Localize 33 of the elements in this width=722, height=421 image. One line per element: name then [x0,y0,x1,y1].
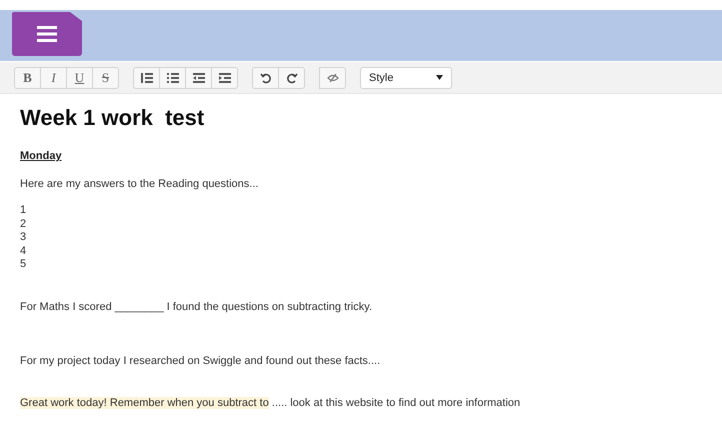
redo-icon [286,72,298,84]
menu-button[interactable] [12,12,82,56]
paragraph: Great work today! Remember when you subtract to ..... look at this website to find out more information [20,396,522,410]
caret-icon [436,75,443,80]
italic-button[interactable]: I [40,66,67,88]
paragraph: For Maths I scored ________ I found the questions on subtracting tricky. [20,300,373,314]
toolbar-button[interactable] [185,66,212,88]
style-select[interactable]: Style [360,66,452,88]
list-bullet-icon [166,72,178,84]
eye-slash-icon [326,72,338,84]
outdent-icon [192,72,204,84]
indent-icon [218,72,230,84]
toolbar-button[interactable] [252,66,279,88]
toolbar-button[interactable] [159,66,186,88]
document-title: Week 1 work test [20,104,206,132]
paragraph: Here are my answers to the Reading questions... [20,178,260,191]
paragraph: For my project today I researched on Swiggle and found out these facts.... [20,354,382,368]
answer-number: 4 [20,244,28,258]
toolbar-button[interactable] [211,66,238,88]
toolbar-button[interactable] [278,66,305,88]
bold-button[interactable]: B [14,66,41,88]
section-heading: Monday [20,150,63,162]
list-ordered-icon [140,72,152,84]
toolbar-button[interactable] [133,66,160,88]
menu-icon [37,26,57,42]
answer-number: 3 [20,231,28,244]
undo-icon [260,72,272,84]
answer-number: 1 [20,204,28,218]
toolbar-button[interactable] [319,66,346,88]
answer-number: 2 [20,218,28,231]
underline-button[interactable]: U [66,66,93,88]
strike-button[interactable]: S [92,66,119,88]
answer-number: 5 [20,258,28,272]
